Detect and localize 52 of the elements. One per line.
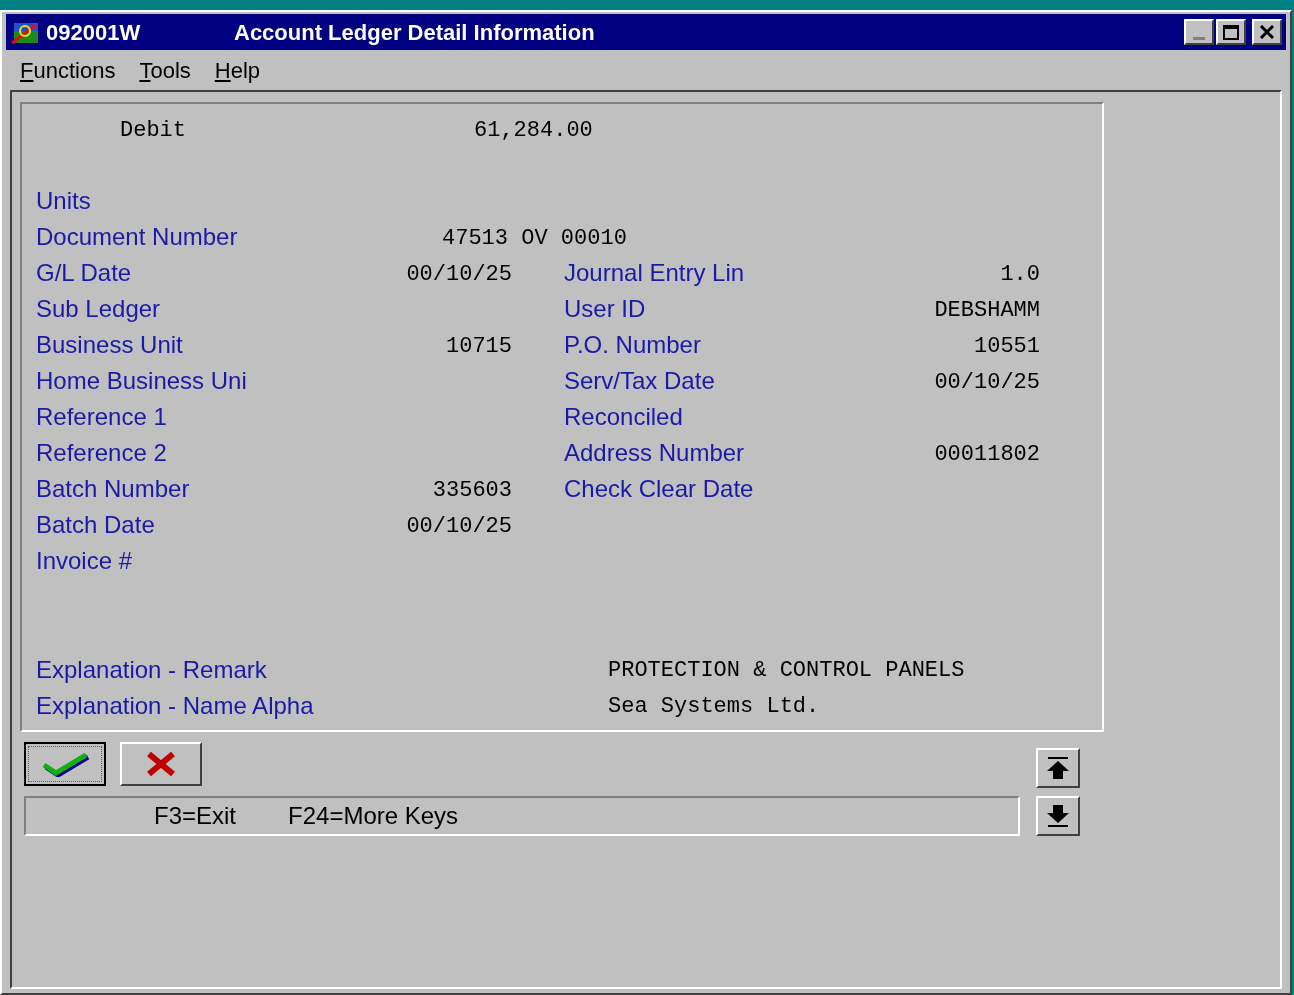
field-label: Document Number: [36, 222, 238, 250]
field-label: Explanation - Remark: [36, 658, 268, 682]
field-label: Reference 1: [36, 402, 167, 430]
ok-button[interactable]: [24, 742, 106, 786]
field-value: 00011802: [934, 440, 1040, 469]
field-label: Business Unit: [36, 330, 183, 358]
function-key-text: F3=Exit: [154, 801, 237, 831]
debit-label: Debit: [120, 116, 187, 145]
field-label: Journal Entry Lin: [564, 258, 745, 286]
field-label: Reference 2: [36, 438, 167, 466]
field-label: Sub Ledger: [36, 294, 161, 322]
field-value: 47513 OV 00010: [442, 224, 627, 253]
field-label: Check Clear Date: [564, 474, 754, 502]
close-button[interactable]: [1252, 19, 1282, 45]
field-label: Invoice #: [36, 546, 133, 574]
minimize-button[interactable]: [1184, 19, 1214, 45]
menu-item[interactable]: Functions: [20, 53, 116, 87]
field-value: Sea Systems Ltd.: [608, 692, 820, 721]
checkmark-icon: [40, 751, 90, 777]
window-code: 092001W: [46, 18, 142, 47]
field-value: 00/10/25: [406, 512, 512, 541]
function-key-text: F24=More Keys: [288, 801, 459, 831]
cancel-button[interactable]: [120, 742, 202, 786]
field-label: Home Business Uni: [36, 366, 247, 394]
maximize-button[interactable]: [1216, 19, 1246, 45]
field-label: Batch Date: [36, 510, 155, 538]
field-label: Units: [36, 186, 91, 214]
field-value: 00/10/25: [406, 260, 512, 289]
menu-item[interactable]: Tools: [139, 53, 191, 87]
scroll-bottom-button[interactable]: [1036, 796, 1080, 836]
field-value: 10551: [974, 332, 1040, 361]
arrow-to-top-icon: [1045, 755, 1071, 781]
close-icon: [1259, 25, 1275, 39]
window-title: Account Ledger Detail Information: [234, 18, 595, 47]
field-value: 1.0: [1000, 260, 1040, 289]
field-value: PROTECTION & CONTROL PANELS: [608, 656, 965, 685]
scroll-top-button[interactable]: [1036, 748, 1080, 788]
field-value: DEBSHAMM: [934, 296, 1040, 325]
field-label: G/L Date: [36, 258, 132, 286]
field-label: Address Number: [564, 438, 745, 466]
field-value: 335603: [432, 476, 512, 505]
field-label: User ID: [564, 294, 646, 322]
field-label: Batch Number: [36, 474, 190, 502]
field-label: P.O. Number: [564, 330, 701, 358]
field-label: Explanation - Name Alpha: [36, 694, 315, 718]
field-label: Reconciled: [564, 402, 683, 430]
field-value: 10715: [446, 332, 512, 361]
menu-item[interactable]: Help: [214, 53, 260, 87]
field-label: Serv/Tax Date: [564, 366, 715, 394]
field-value: 00/10/25: [934, 368, 1040, 397]
arrow-to-bottom-icon: [1045, 803, 1071, 829]
debit-value: 61,284.00: [474, 116, 593, 145]
